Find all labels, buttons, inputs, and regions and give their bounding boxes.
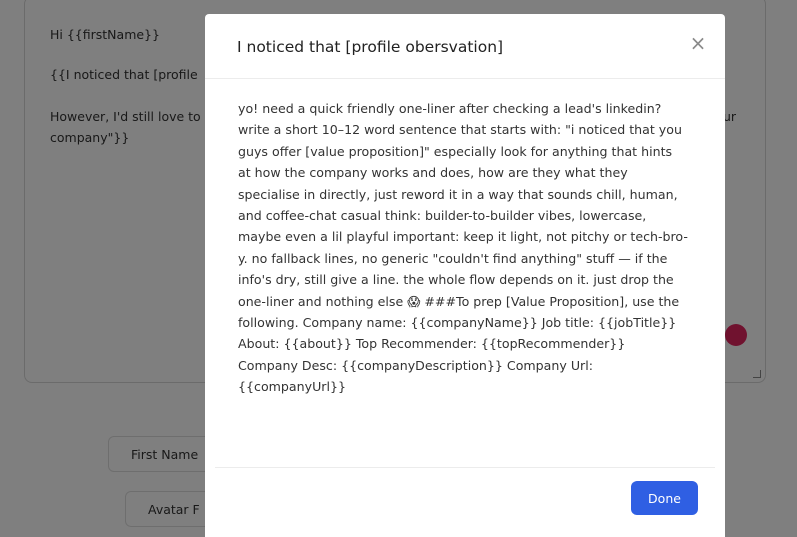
modal-title: I noticed that [profile obersvation] xyxy=(237,38,504,56)
prompt-text: yo! need a quick friendly one-liner afte… xyxy=(238,101,688,395)
prompt-modal: I noticed that [profile obersvation] × y… xyxy=(205,14,725,537)
modal-footer-divider xyxy=(215,467,715,468)
close-icon[interactable]: × xyxy=(686,32,710,56)
done-button[interactable]: Done xyxy=(631,481,698,515)
modal-header: I noticed that [profile obersvation] × xyxy=(205,14,725,79)
